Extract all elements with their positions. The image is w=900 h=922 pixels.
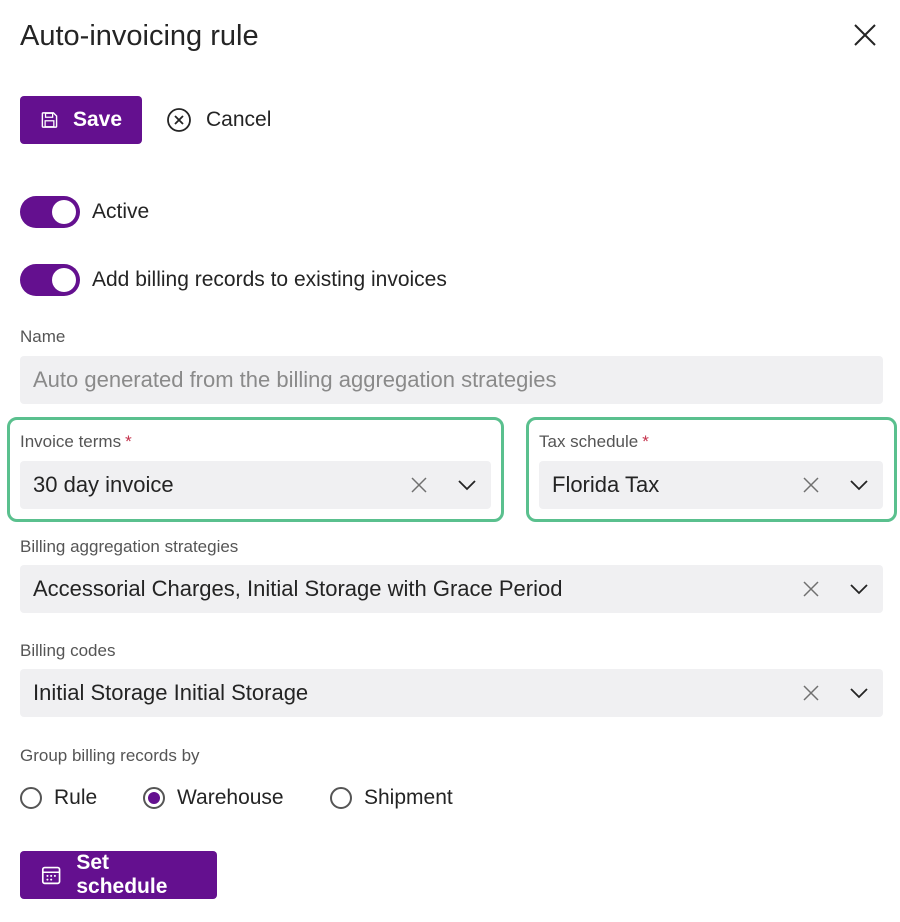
- tax-schedule-combobox[interactable]: Florida Tax: [539, 461, 883, 509]
- dismiss-circle-icon: [167, 108, 191, 132]
- set-schedule-button-label: Set schedule: [76, 851, 168, 898]
- radio-option-shipment[interactable]: Shipment: [330, 786, 453, 810]
- save-button[interactable]: Save: [20, 96, 142, 144]
- billing-codes-clear-button[interactable]: [793, 675, 829, 711]
- invoice-terms-combobox[interactable]: 30 day invoice: [20, 461, 491, 509]
- invoice-terms-dropdown-button[interactable]: [449, 467, 485, 503]
- radio-label-rule: Rule: [54, 786, 98, 809]
- tax-schedule-label: Tax schedule *: [539, 432, 649, 451]
- set-schedule-button[interactable]: Set schedule: [20, 851, 217, 899]
- save-icon: [41, 112, 58, 128]
- billing-codes-dropdown-button[interactable]: [841, 675, 877, 711]
- save-button-label: Save: [72, 108, 122, 131]
- required-indicator: *: [125, 432, 132, 451]
- dialog-title: Auto-invoicing rule: [20, 20, 259, 52]
- add-billing-records-toggle-row: Add billing records to existing invoices: [20, 264, 447, 296]
- radio-option-rule[interactable]: Rule: [20, 786, 143, 810]
- clear-icon: [803, 477, 819, 493]
- billing-codes-label: Billing codes: [20, 641, 116, 660]
- clear-icon: [803, 685, 819, 701]
- toggle-knob: [52, 268, 76, 292]
- radio-option-warehouse[interactable]: Warehouse: [143, 786, 330, 810]
- tax-schedule-value: Florida Tax: [552, 472, 660, 497]
- close-button[interactable]: [848, 18, 882, 52]
- radio-selected-dot: [148, 792, 160, 804]
- billing-aggregation-value: Accessorial Charges, Initial Storage wit…: [33, 576, 563, 601]
- active-toggle[interactable]: [20, 196, 80, 228]
- close-icon: [854, 24, 876, 46]
- radio-button-shipment[interactable]: [330, 787, 352, 809]
- radio-button-warehouse[interactable]: [143, 787, 165, 809]
- add-billing-records-toggle[interactable]: [20, 264, 80, 296]
- invoice-terms-clear-button[interactable]: [401, 467, 437, 503]
- calendar-icon: [41, 866, 61, 885]
- active-toggle-row: Active: [20, 196, 149, 228]
- radio-label-shipment: Shipment: [364, 786, 453, 809]
- invoice-terms-label: Invoice terms *: [20, 432, 132, 451]
- cancel-button-label: Cancel: [206, 108, 272, 131]
- billing-aggregation-dropdown-button[interactable]: [841, 571, 877, 607]
- billing-codes-value: Initial Storage Initial Storage: [33, 680, 309, 705]
- chevron-down-icon: [458, 480, 476, 491]
- tax-schedule-clear-button[interactable]: [793, 467, 829, 503]
- radio-label-warehouse: Warehouse: [177, 786, 284, 809]
- group-by-label: Group billing records by: [20, 746, 200, 765]
- name-field-placeholder: Auto generated from the billing aggregat…: [33, 367, 557, 392]
- billing-aggregation-combobox[interactable]: Accessorial Charges, Initial Storage wit…: [20, 565, 883, 613]
- chevron-down-icon: [850, 584, 868, 595]
- clear-icon: [411, 477, 427, 493]
- cancel-button[interactable]: Cancel: [166, 104, 271, 136]
- name-field: Auto generated from the billing aggregat…: [20, 356, 883, 404]
- billing-codes-combobox[interactable]: Initial Storage Initial Storage: [20, 669, 883, 717]
- billing-aggregation-clear-button[interactable]: [793, 571, 829, 607]
- billing-aggregation-label: Billing aggregation strategies: [20, 537, 239, 556]
- chevron-down-icon: [850, 480, 868, 491]
- name-label: Name: [20, 327, 66, 346]
- clear-icon: [803, 581, 819, 597]
- group-by-radio-group: Rule Warehouse Shipment: [20, 786, 453, 810]
- tax-schedule-dropdown-button[interactable]: [841, 467, 877, 503]
- radio-button-rule[interactable]: [20, 787, 42, 809]
- required-indicator: *: [642, 432, 649, 451]
- invoice-terms-value: 30 day invoice: [33, 472, 174, 497]
- active-toggle-label: Active: [92, 200, 150, 223]
- chevron-down-icon: [850, 688, 868, 699]
- toggle-knob: [52, 200, 76, 224]
- add-billing-records-toggle-label: Add billing records to existing invoices: [92, 268, 447, 291]
